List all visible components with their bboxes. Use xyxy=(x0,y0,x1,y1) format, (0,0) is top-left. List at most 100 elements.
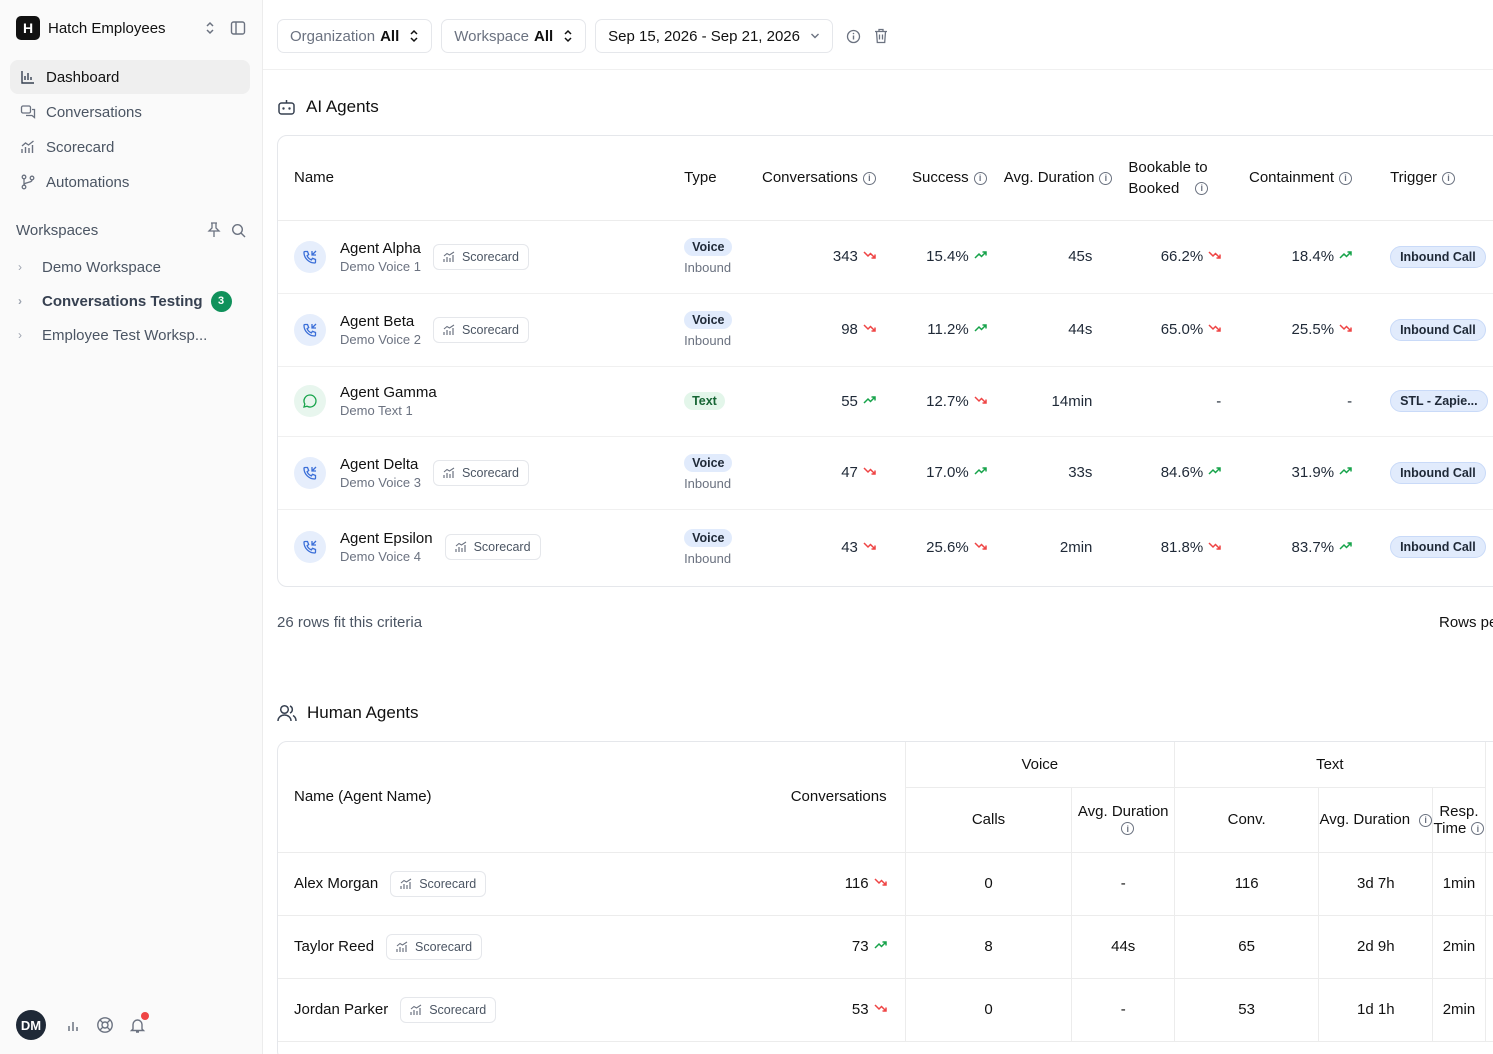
workspace-item[interactable]: › Employee Test Worksp... xyxy=(16,318,246,352)
workspace-item[interactable]: › Demo Workspace xyxy=(16,250,246,284)
trigger-badge[interactable]: STL - Zapie... xyxy=(1390,390,1488,412)
info-icon[interactable] xyxy=(846,29,861,44)
table-header-row: Name Type Conversations i Success i Avg. D… xyxy=(278,136,1493,221)
scorecard-button[interactable]: Scorecard xyxy=(432,459,529,486)
filter-bar: Organization All Workspace All Sep 15, 2… xyxy=(277,19,888,53)
chevron-updown-icon[interactable] xyxy=(204,20,216,36)
table-header-row: Name (Agent Name) Conversations Voice Te… xyxy=(278,742,1493,853)
table-row[interactable]: Taylor Reed Scorecard 73 8 44s 65 2d 9h 2min xyxy=(278,915,1493,979)
col-extra[interactable]: Ap xyxy=(1484,742,1493,853)
containment-cell: 31.9% xyxy=(1229,436,1361,510)
trend-up-icon xyxy=(1339,466,1352,480)
scorecard-button[interactable]: Scorecard xyxy=(444,534,541,561)
col-name[interactable]: Name (Agent Name) xyxy=(278,742,791,853)
workspace-item[interactable]: › Conversations Testing 3 xyxy=(16,284,246,318)
agent-name[interactable]: Taylor Reed xyxy=(294,938,374,955)
agent-cell: Jordan Parker Scorecard xyxy=(278,978,791,1042)
col-containment[interactable]: Containment i xyxy=(1229,136,1361,221)
scorecard-button[interactable]: Scorecard xyxy=(390,870,487,897)
rows-per-page-label[interactable]: Rows pe xyxy=(1439,614,1493,631)
trigger-badge[interactable]: Inbound Call xyxy=(1390,245,1486,268)
table-row[interactable]: Alex Morgan Scorecard 116 0-116 3d 7h 1min xyxy=(278,852,1493,916)
info-icon[interactable]: i xyxy=(973,171,987,185)
col-bookable[interactable]: Bookable to Booked i xyxy=(1120,136,1230,221)
org-switcher[interactable]: H Hatch Employees xyxy=(16,16,246,40)
table-row[interactable]: Agent Gamma Demo Text 1 Text 55 12.7% 14min - -… xyxy=(278,366,1493,437)
col-label: Containment xyxy=(1249,169,1335,187)
avatar[interactable]: DM xyxy=(16,1010,46,1040)
info-icon[interactable]: i xyxy=(1195,182,1209,196)
avg-duration-value: 45s xyxy=(1068,248,1093,265)
info-icon[interactable]: i xyxy=(1339,171,1353,185)
scorecard-button[interactable]: Scorecard xyxy=(432,316,529,343)
agent-name[interactable]: Alex Morgan xyxy=(294,875,378,892)
agent-name[interactable]: Agent Epsilon xyxy=(340,530,433,547)
col-voice-avg-duration[interactable]: Avg. Duration i xyxy=(1071,787,1175,853)
table-row[interactable]: Agent Beta Demo Voice 2 Scorecard Voice Inbo… xyxy=(278,293,1493,367)
trigger-badge[interactable]: Inbound Call xyxy=(1390,461,1486,484)
bell-icon[interactable] xyxy=(128,1012,149,1034)
col-type[interactable]: Type xyxy=(676,136,747,221)
trash-icon[interactable] xyxy=(874,28,888,44)
success-cell: 25.6% xyxy=(884,509,995,585)
notification-dot xyxy=(141,1012,149,1020)
chevron-right-icon[interactable]: › xyxy=(18,260,36,274)
chevron-right-icon[interactable]: › xyxy=(18,328,36,342)
pin-icon[interactable] xyxy=(207,222,221,238)
col-trigger[interactable]: Trigger i xyxy=(1360,136,1493,221)
col-conv[interactable]: Conv. xyxy=(1173,787,1319,853)
nav-automations[interactable]: Automations xyxy=(10,165,250,199)
table-row[interactable]: Agent Alpha Demo Voice 1 Scorecard Voice Inb… xyxy=(278,220,1493,294)
nav-dashboard[interactable]: Dashboard xyxy=(10,60,250,94)
containment-cell: - xyxy=(1229,366,1361,437)
col-name[interactable]: Name xyxy=(278,136,677,221)
workspace-filter[interactable]: Workspace All xyxy=(441,19,587,53)
table-row[interactable]: Agent Epsilon Demo Voice 4 Scorecard Voice I… xyxy=(278,509,1493,585)
containment-value: 83.7% xyxy=(1291,538,1335,556)
trigger-badge[interactable]: Inbound Call xyxy=(1390,536,1486,559)
nav-scorecard[interactable]: Scorecard xyxy=(10,130,250,164)
table-row[interactable]: Agent Delta Demo Voice 3 Scorecard Voice Inb… xyxy=(278,436,1493,510)
search-icon[interactable] xyxy=(231,223,246,238)
scorecard-button[interactable]: Scorecard xyxy=(432,243,529,270)
info-icon[interactable]: i xyxy=(1471,822,1485,836)
agent-name[interactable]: Agent Alpha xyxy=(340,240,421,257)
col-calls[interactable]: Calls xyxy=(904,787,1072,853)
nav-conversations[interactable]: Conversations xyxy=(10,95,250,129)
col-conversations[interactable]: Conversations i xyxy=(746,136,884,221)
help-icon[interactable] xyxy=(96,1016,114,1034)
sidebar-toggle-icon[interactable] xyxy=(230,20,246,36)
info-icon[interactable]: i xyxy=(862,171,876,185)
date-range-picker[interactable]: Sep 15, 2026 - Sep 21, 2026 xyxy=(595,19,833,53)
users-icon xyxy=(277,704,297,722)
col-avg-duration[interactable]: Avg. Duration i xyxy=(994,136,1121,221)
phone-icon xyxy=(294,456,326,489)
bookable-cell: - xyxy=(1120,366,1230,437)
scorecard-button[interactable]: Scorecard xyxy=(400,996,497,1023)
agent-name[interactable]: Agent Beta xyxy=(340,313,421,330)
bookable-value: 84.6% xyxy=(1160,464,1204,481)
scorecard-button[interactable]: Scorecard xyxy=(386,933,483,960)
bookable-value: 66.2% xyxy=(1160,248,1204,265)
agent-name[interactable]: Jordan Parker xyxy=(294,1001,388,1018)
analytics-icon[interactable] xyxy=(64,1016,82,1034)
info-icon[interactable]: i xyxy=(1099,171,1113,185)
info-icon[interactable]: i xyxy=(1419,813,1433,827)
col-success[interactable]: Success i xyxy=(883,136,995,221)
info-icon[interactable]: i xyxy=(1442,171,1456,185)
scorecard-label: Scorecard xyxy=(419,876,477,891)
chevron-right-icon[interactable]: › xyxy=(18,294,36,308)
col-resp-time[interactable]: Resp. Time i xyxy=(1432,787,1486,853)
branch-icon xyxy=(19,174,37,190)
agent-name[interactable]: Agent Delta xyxy=(340,456,421,473)
conv-cell: 53 xyxy=(1173,978,1319,1042)
organization-filter[interactable]: Organization All xyxy=(277,19,433,53)
info-icon[interactable]: i xyxy=(1121,822,1135,836)
trigger-badge[interactable]: Inbound Call xyxy=(1390,318,1486,341)
agent-name[interactable]: Agent Gamma xyxy=(340,384,437,401)
col-text-avg-duration[interactable]: Avg. Duration i xyxy=(1318,787,1433,853)
text-avg-cell: 1d 1h xyxy=(1318,978,1433,1042)
col-conversations[interactable]: Conversations xyxy=(790,742,906,853)
workspace-list: › Demo Workspace › Conversations Testing… xyxy=(16,250,246,352)
table-row[interactable]: Jordan Parker Scorecard 53 0-53 1d 1h 2min xyxy=(278,978,1493,1042)
